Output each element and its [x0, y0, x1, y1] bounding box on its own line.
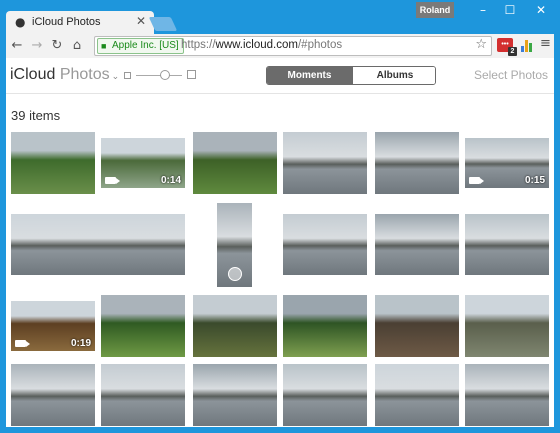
photo-lake-hills[interactable]	[283, 214, 367, 275]
lock-icon: ■	[101, 41, 107, 51]
photo-jetty-dark[interactable]	[193, 364, 277, 426]
tab-albums[interactable]: Albums	[352, 67, 435, 84]
maximize-button[interactable]: ☐	[495, 0, 525, 20]
photos-toolbar: iCloud Photos ⌄ Moments Albums Select Pho…	[6, 58, 554, 94]
photo-lake-tree-right[interactable]	[465, 214, 549, 275]
zoom-track[interactable]	[136, 75, 182, 76]
video-camera-icon	[15, 340, 30, 347]
security-indicator[interactable]: ■ Apple Inc. [US]	[97, 38, 184, 54]
extension-icon-lastpass[interactable]: ••• 2	[497, 38, 517, 56]
photo-garden-path[interactable]	[11, 132, 95, 194]
browser-window: ● iCloud Photos ✕ Roland – ☐ ✕ ← → ↻ ⌂ ■…	[0, 0, 560, 433]
photo-hedge-lawn[interactable]	[101, 295, 185, 357]
app-switcher[interactable]: iCloud Photos ⌄	[10, 66, 119, 84]
browser-toolbar: ← → ↻ ⌂ ■ Apple Inc. [US] https://www.ic…	[6, 34, 554, 58]
forward-icon[interactable]: →	[28, 37, 46, 55]
zoom-slider[interactable]	[124, 70, 196, 82]
tab-title: iCloud Photos	[32, 16, 101, 28]
video-duration: 0:14	[160, 175, 181, 186]
tab-strip: ● iCloud Photos ✕ Roland – ☐ ✕	[0, 0, 560, 34]
minimize-button[interactable]: –	[468, 0, 498, 20]
section-name: Photos	[59, 66, 110, 83]
video-duration: 0:19	[70, 338, 91, 349]
home-icon[interactable]: ⌂	[68, 37, 86, 55]
profile-button[interactable]: Roland	[416, 2, 454, 18]
item-count: 39 items	[11, 108, 61, 123]
video-duration: 0:15	[524, 175, 545, 186]
url-text[interactable]: https://www.icloud.com/#photos	[181, 39, 342, 51]
photo-lawn-trees[interactable]	[193, 132, 277, 194]
address-bar[interactable]: ■ Apple Inc. [US] https://www.icloud.com…	[94, 36, 492, 56]
url-path: /#photos	[297, 39, 343, 51]
photo-lake-evening[interactable]	[101, 364, 185, 426]
photo-garden-fence[interactable]	[375, 295, 459, 357]
zoom-in-icon[interactable]	[187, 70, 196, 79]
video-autumn-woods[interactable]: 0:19	[11, 301, 95, 351]
url-scheme: https://	[181, 39, 216, 51]
chrome-menu-icon[interactable]: ≡	[540, 36, 551, 51]
tab-icloud-photos[interactable]: ● iCloud Photos ✕	[6, 11, 154, 34]
tab-moments[interactable]: Moments	[267, 67, 352, 84]
photo-boardwalk[interactable]	[375, 364, 459, 426]
photo-lake-grey[interactable]	[375, 214, 459, 275]
back-icon[interactable]: ←	[8, 37, 26, 55]
apple-icon: ●	[15, 15, 26, 29]
video-camera-icon	[105, 177, 120, 184]
icloud-photos-page: iCloud Photos ⌄ Moments Albums Select Pho…	[6, 58, 554, 427]
extension-badge: 2	[508, 47, 517, 56]
extension-icon-chart[interactable]	[520, 38, 534, 52]
close-tab-icon[interactable]: ✕	[136, 14, 146, 28]
security-label: Apple Inc. [US]	[112, 40, 179, 51]
view-switcher: Moments Albums	[266, 66, 436, 85]
brand-name: iCloud	[10, 66, 56, 83]
photo-lake-swans[interactable]	[11, 364, 95, 426]
select-photos-button[interactable]: Select Photos	[474, 68, 548, 82]
chevron-down-icon: ⌄	[111, 72, 120, 82]
photo-topiary-house[interactable]	[283, 295, 367, 357]
url-host: www.icloud.com	[215, 39, 298, 51]
panorama-icon	[227, 267, 242, 281]
zoom-out-icon[interactable]	[124, 72, 131, 79]
video-lakeshore[interactable]: 0:15	[465, 138, 549, 188]
photo-lake-boats[interactable]	[283, 132, 367, 194]
close-window-button[interactable]: ✕	[526, 0, 556, 20]
photo-pier-wide[interactable]	[11, 214, 185, 275]
photo-lake-tree[interactable]	[375, 132, 459, 194]
photo-manor-house[interactable]	[465, 295, 549, 357]
photo-garden-topiary[interactable]	[193, 295, 277, 357]
photo-lake-sunset[interactable]	[283, 364, 367, 426]
photo-panorama-vertical[interactable]	[217, 203, 252, 287]
video-cottage[interactable]: 0:14	[101, 138, 185, 188]
photo-pier-long[interactable]	[465, 364, 549, 426]
reload-icon[interactable]: ↻	[48, 37, 66, 55]
bookmark-star-icon[interactable]: ☆	[475, 37, 487, 52]
video-camera-icon	[469, 177, 484, 184]
zoom-knob[interactable]	[159, 70, 170, 80]
